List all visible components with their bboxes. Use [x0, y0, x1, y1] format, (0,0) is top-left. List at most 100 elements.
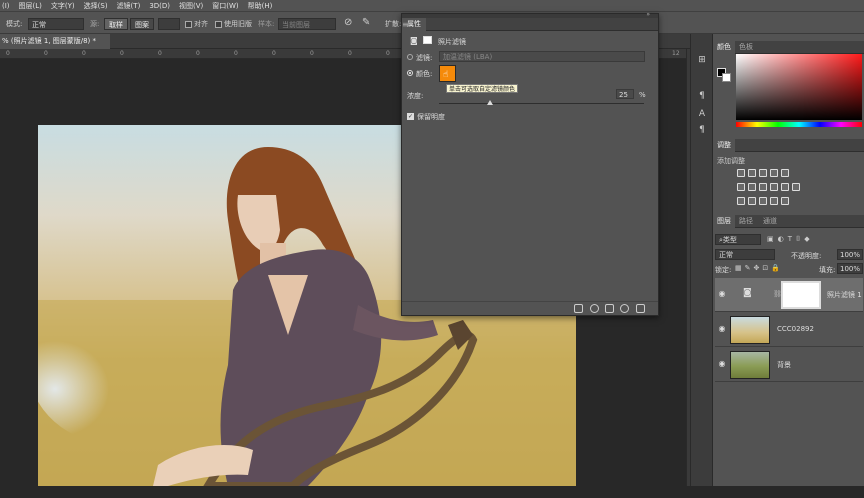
filter-radio[interactable] [407, 54, 413, 60]
document-tab[interactable]: % (照片滤镜 1, 图层蒙版/8) * [0, 34, 110, 49]
menu-type[interactable]: 文字(Y) [51, 1, 75, 11]
density-slider[interactable] [439, 100, 644, 105]
filter-label: 滤镜: [416, 54, 433, 62]
sample-label: 样本: [258, 20, 275, 28]
levels-icon[interactable] [748, 169, 756, 177]
channel-mixer-icon[interactable] [781, 183, 789, 191]
paragraph-icon[interactable]: ¶ [695, 90, 709, 102]
menu-help[interactable]: 帮助(H) [248, 1, 273, 11]
pressure-icon[interactable]: ✎ [362, 18, 370, 30]
color-lookup-icon[interactable] [792, 183, 800, 191]
tab-layers[interactable]: 图层 [713, 215, 735, 228]
layer-name[interactable]: 照片滤镜 1 [827, 290, 862, 300]
black-white-icon[interactable] [759, 183, 767, 191]
layer-name[interactable]: 背景 [777, 360, 791, 370]
panel-name: 照片滤镜 [438, 38, 466, 46]
legacy-checkbox[interactable] [215, 20, 222, 28]
lock-icons[interactable]: ▦✎✥⊡🔒 [735, 264, 783, 272]
view-previous-icon[interactable] [590, 304, 599, 313]
ruler-tick: 0 [158, 50, 162, 57]
fill-input[interactable]: 100% [837, 263, 863, 274]
history-icon[interactable]: ⊞ [695, 54, 709, 66]
gradient-map-icon[interactable] [770, 197, 778, 205]
preserve-luminosity-checkbox[interactable]: ✓ [407, 113, 414, 120]
visibility-eye-icon[interactable]: ◉ [717, 359, 727, 369]
aligned-option[interactable]: 对齐 [185, 18, 208, 30]
ruler-tick: 0 [386, 50, 390, 57]
color-balance-icon[interactable] [748, 183, 756, 191]
sample-select[interactable]: 当前图层 [278, 18, 336, 30]
menu-filter[interactable]: 滤镜(T) [117, 1, 141, 11]
invert-icon[interactable] [737, 197, 745, 205]
exposure-icon[interactable] [770, 169, 778, 177]
photo-filter-icon[interactable] [770, 183, 778, 191]
visibility-eye-icon[interactable]: ◉ [717, 289, 727, 299]
density-input[interactable]: 25 [616, 89, 634, 99]
panel-menu-icon[interactable]: ≡ [402, 18, 654, 31]
hue-slider[interactable] [736, 122, 862, 127]
layer-row[interactable]: ◉ CCC02892 [715, 313, 863, 347]
density-slider-knob[interactable] [487, 100, 494, 105]
menu-3d[interactable]: 3D(D) [149, 2, 170, 10]
hue-saturation-icon[interactable] [737, 183, 745, 191]
posterize-icon[interactable] [748, 197, 756, 205]
layer-filter-select[interactable]: ⌕类型 [715, 234, 761, 245]
selective-color-icon[interactable] [781, 197, 789, 205]
brightness-icon[interactable] [737, 169, 745, 177]
visibility-icon[interactable] [620, 304, 629, 313]
color-label: 颜色: [416, 70, 433, 78]
curves-icon[interactable] [759, 169, 767, 177]
blend-mode-select[interactable]: 正常 [715, 249, 775, 260]
lock-label: 锁定: [715, 266, 732, 274]
legacy-option[interactable]: 使用旧版 [215, 18, 252, 30]
tab-color[interactable]: 颜色 [713, 41, 735, 54]
collapse-icon[interactable]: » [646, 11, 650, 18]
tab-paths[interactable]: 路径 [735, 215, 757, 228]
aligned-checkbox[interactable] [185, 20, 192, 28]
tooltip: 单击可选取自定滤镜颜色 [446, 84, 519, 93]
paragraph-style-icon[interactable]: ¶ [695, 124, 709, 136]
layer-mask-thumbnail[interactable] [781, 281, 821, 309]
mode-select[interactable]: 正常 [28, 18, 84, 30]
color-picker-field[interactable] [736, 54, 862, 120]
layer-row[interactable]: ◉ ◙ ⛓ 照片滤镜 1 [715, 278, 863, 312]
adjustment-layer-icon: ◙ [743, 288, 752, 298]
layers-panel-tabs: 图层 路径 通道 [713, 215, 864, 228]
density-label: 浓度: [407, 92, 424, 100]
menu-window[interactable]: 窗口(W) [212, 1, 238, 11]
layer-row[interactable]: ◉ 背景 [715, 348, 863, 382]
hand-cursor-icon: ☝ [443, 70, 449, 80]
character-icon[interactable]: A [695, 108, 709, 120]
adjust-row-3 [737, 197, 789, 205]
tab-adjustments[interactable]: 调整 [713, 139, 735, 152]
layer-filter-icons[interactable]: ▣◐T⌷◆ [767, 235, 814, 244]
menu-view[interactable]: 视图(V) [179, 1, 203, 11]
threshold-icon[interactable] [759, 197, 767, 205]
mask-icon[interactable] [423, 36, 432, 44]
tab-swatches[interactable]: 色板 [735, 41, 757, 54]
properties-tabbar: 属性 ≡ [402, 18, 658, 31]
filter-select[interactable]: 加温滤镜 (LBA) [439, 51, 645, 62]
properties-footer [402, 301, 658, 315]
pattern-picker[interactable] [158, 18, 180, 30]
reset-icon[interactable] [605, 304, 614, 313]
clip-to-layer-icon[interactable] [574, 304, 583, 313]
photo-filter-adjust-icon: ◙ [410, 36, 418, 45]
pattern-button[interactable]: 图案 [130, 18, 154, 30]
tab-channels[interactable]: 通道 [759, 215, 781, 228]
collapsed-panel-strip: ⊞ ¶ A ¶ [690, 34, 712, 486]
menu-select[interactable]: 选择(S) [84, 1, 108, 11]
menu-image[interactable]: (I) [2, 2, 10, 10]
visibility-eye-icon[interactable]: ◉ [717, 324, 727, 334]
vibrance-icon[interactable] [781, 169, 789, 177]
layer-name[interactable]: CCC02892 [777, 325, 814, 333]
ruler-tick: 0 [234, 50, 238, 57]
sampled-button[interactable]: 取样 [104, 18, 128, 30]
delete-icon[interactable] [636, 304, 645, 313]
ignore-adjustment-icon[interactable]: ⊘ [344, 18, 352, 30]
color-radio[interactable] [407, 70, 413, 76]
menu-layer[interactable]: 图层(L) [19, 1, 42, 11]
background-color-swatch[interactable] [722, 73, 731, 82]
density-unit: % [639, 91, 646, 99]
opacity-input[interactable]: 100% [837, 249, 863, 260]
